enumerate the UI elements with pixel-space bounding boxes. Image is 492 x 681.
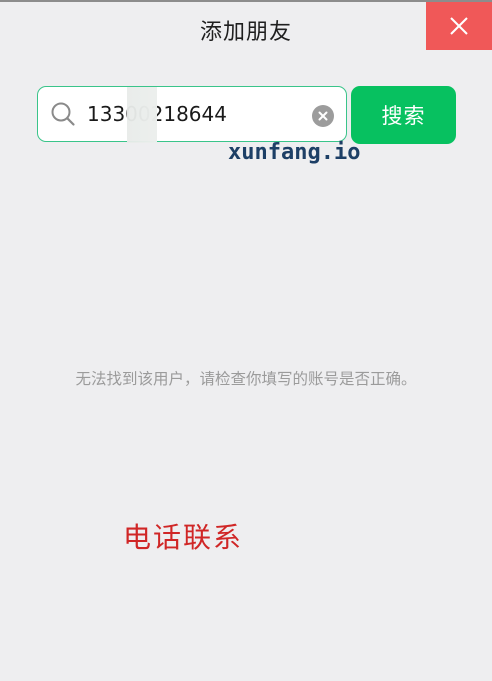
redaction-overlay bbox=[127, 87, 157, 143]
window-title: 添加朋友 bbox=[199, 20, 292, 45]
search-input[interactable] bbox=[87, 99, 303, 129]
search-icon bbox=[51, 102, 75, 126]
window-top-border bbox=[0, 0, 492, 2]
clear-icon bbox=[318, 111, 328, 121]
search-button[interactable]: 搜索 bbox=[351, 86, 456, 144]
watermark-text: xunfang.io bbox=[228, 140, 361, 165]
add-friend-window: 添加朋友 搜索 xunfang.io 无法找到该用户，请检查你填写的账号是否正确… bbox=[0, 0, 492, 681]
no-result-message: 无法找到该用户，请检查你填写的账号是否正确。 bbox=[75, 370, 417, 388]
contact-stamp-text: 电话联系 bbox=[123, 521, 244, 554]
close-button[interactable] bbox=[426, 2, 492, 50]
clear-search-button[interactable] bbox=[312, 105, 334, 127]
close-icon bbox=[450, 17, 468, 35]
search-box[interactable] bbox=[37, 86, 347, 143]
